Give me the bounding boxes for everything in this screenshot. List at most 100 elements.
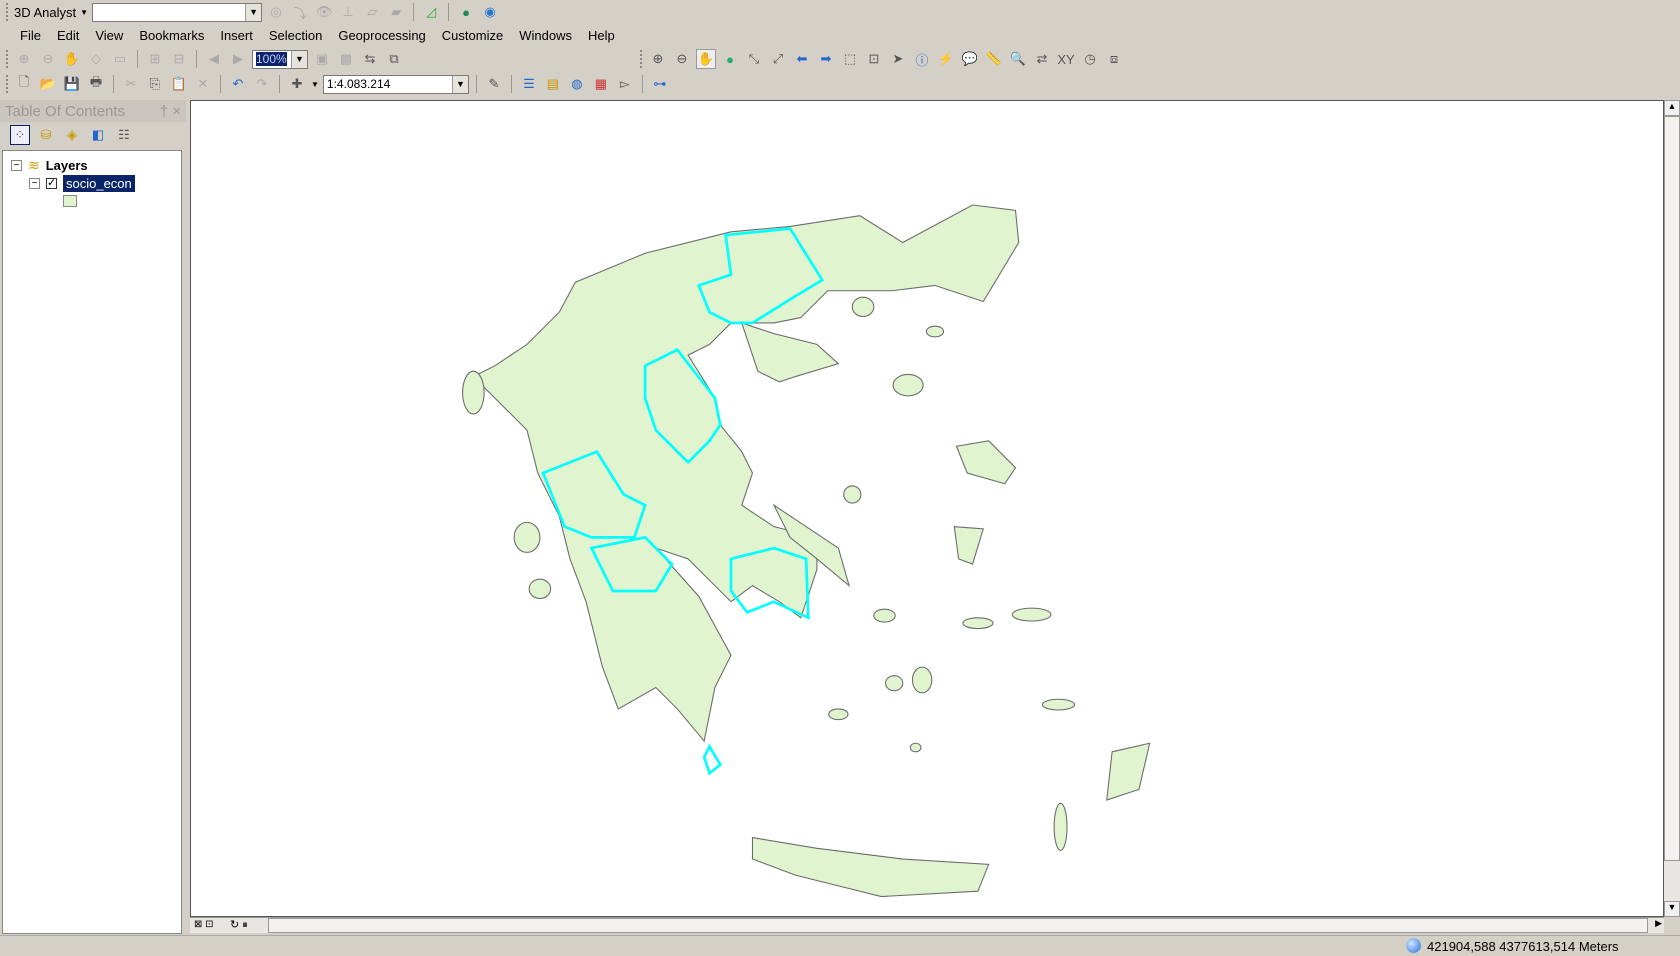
full-extent-icon[interactable]: ● [720,49,740,69]
editor-toolbar-icon[interactable]: ✎ [484,74,504,94]
copy-icon[interactable]: ⎘ [145,74,165,94]
identify-icon[interactable]: ⓘ [912,49,932,69]
measure-icon[interactable]: 📏 [984,49,1004,69]
zoom-100-icon[interactable]: ▭ [110,49,130,69]
arcglobe-icon[interactable]: ◉ [480,2,500,22]
focus-data-frame-icon[interactable]: ▩ [336,49,356,69]
menu-insert[interactable]: Insert [212,28,261,43]
milos [828,708,849,721]
new-icon[interactable]: 🗋 [14,74,34,94]
contour-icon[interactable]: ◎ [266,2,286,22]
select-features-icon[interactable]: ⬚ [840,49,860,69]
arcscene-icon[interactable]: ● [456,2,476,22]
line-of-sight-icon[interactable]: 👁 [314,2,334,22]
change-layout-icon[interactable]: ⇆ [360,49,380,69]
fixed-zoom-in-map-icon[interactable]: ⤡ [744,49,764,69]
collapse-toggle[interactable]: − [11,160,22,171]
vertical-scrollbar[interactable]: ▲ ▼ [1664,100,1680,917]
zoom-out-icon[interactable]: ⊖ [672,49,692,69]
map-view[interactable] [190,100,1664,917]
layout-zoom-out-icon[interactable]: ⊖ [38,49,58,69]
delete-icon[interactable]: ✕ [193,74,213,94]
catalog-window-icon[interactable]: ▤ [543,74,563,94]
open-icon[interactable]: 📂 [38,74,58,94]
3d-analyst-menu[interactable]: 3D Analyst [14,5,76,20]
interpolate-polygon-icon[interactable]: ▰ [386,2,406,22]
steepest-path-icon[interactable]: ⤵ [290,2,310,22]
pin-icon[interactable]: † [160,103,168,120]
layer-item-socio-econ[interactable]: − ✓ socio_econ [29,175,135,192]
layout-pan-icon[interactable]: ✋ [62,49,82,69]
go-forward-icon[interactable]: ➡ [816,49,836,69]
layout-view-icon[interactable]: ⊠ ⊡ [194,919,214,930]
cut-icon[interactable]: ✂ [121,74,141,94]
pan-icon[interactable]: ✋ [696,49,716,69]
go-to-xy-icon[interactable]: XY [1056,49,1076,69]
layout-toolbar: ⊕ ⊖ ✋ ◇ ▭ ⊞ ⊟ ◀ ▶ 100% ▼ ▣ ▩ ⇆ ⧉ [0,47,404,71]
list-by-visibility-icon[interactable]: ◈ [62,125,82,145]
find-route-icon[interactable]: ⇄ [1032,49,1052,69]
menu-geoprocessing[interactable]: Geoprocessing [330,28,433,43]
hyperlink-icon[interactable]: ⚡ [936,49,956,69]
toolbar-grip[interactable] [6,3,10,21]
menu-windows[interactable]: Windows [511,28,580,43]
scroll-right-icon[interactable]: ▶ [1655,918,1662,929]
interpolate-line-icon[interactable]: ▱ [362,2,382,22]
select-elements-icon[interactable]: ➤ [888,49,908,69]
save-icon[interactable]: 💾 [62,74,82,94]
collapse-toggle[interactable]: − [29,178,40,189]
find-icon[interactable]: 🔍 [1008,49,1028,69]
menu-bar: File Edit View Bookmarks Insert Selectio… [0,24,623,46]
profile-graph-icon[interactable]: ◿ [421,2,441,22]
zoom-in-icon[interactable]: ⊕ [648,49,668,69]
back-extent-icon[interactable]: ◀ [204,49,224,69]
status-bar: 421904,588 4377613,514 Meters [0,935,1680,956]
options-icon[interactable]: ☷ [114,125,134,145]
toc-window-icon[interactable]: ☰ [519,74,539,94]
table-of-contents: Table Of Contents † × ⁘ ⛁ ◈ ◧ ☷ − ≋ Laye… [0,100,186,934]
clear-selection-icon[interactable]: ⊡ [864,49,884,69]
menu-customize[interactable]: Customize [434,28,511,43]
modelbuilder-icon[interactable]: ⊶ [650,74,670,94]
undo-icon[interactable]: ↶ [228,74,248,94]
3d-layer-combo[interactable]: ▼ [92,2,263,22]
list-by-selection-icon[interactable]: ◧ [88,125,108,145]
menu-help[interactable]: Help [580,28,623,43]
html-popup-icon[interactable]: 💬 [960,49,980,69]
toggle-draft-icon[interactable]: ▣ [312,49,332,69]
fixed-zoom-out-map-icon[interactable]: ⤢ [768,49,788,69]
python-window-icon[interactable]: ▻ [615,74,635,94]
data-driven-pages-icon[interactable]: ⧉ [384,49,404,69]
forward-extent-icon[interactable]: ▶ [228,49,248,69]
viewer-window-icon[interactable]: ⧈ [1104,49,1124,69]
menu-view[interactable]: View [87,28,131,43]
refresh-icon[interactable]: ↻ ⏸ [230,918,248,932]
close-icon[interactable]: × [172,103,181,120]
paste-icon[interactable]: 📋 [169,74,189,94]
list-by-drawing-order-icon[interactable]: ⁘ [10,125,30,145]
map-scale-combo[interactable]: 1:4.083.214 ▼ [322,74,469,94]
menu-file[interactable]: File [12,28,49,43]
interpolate-point-icon[interactable]: ⊥ [338,2,358,22]
menu-edit[interactable]: Edit [49,28,87,43]
fixed-zoom-in-icon[interactable]: ⊞ [145,49,165,69]
go-back-icon[interactable]: ⬅ [792,49,812,69]
list-by-source-icon[interactable]: ⛁ [36,125,56,145]
layers-node[interactable]: − ≋ Layers [11,157,88,174]
menu-bookmarks[interactable]: Bookmarks [131,28,212,43]
print-icon[interactable]: 🖶 [86,74,106,94]
scroll-thumb[interactable] [1664,116,1680,861]
layout-zoom-combo[interactable]: 100% ▼ [252,49,308,69]
map-canvas[interactable] [191,101,1665,918]
layer-visibility-checkbox[interactable]: ✓ [46,178,57,189]
horizontal-scrollbar[interactable] [268,918,1648,933]
arctoolbox-icon[interactable]: ▦ [591,74,611,94]
layout-zoom-in-icon[interactable]: ⊕ [14,49,34,69]
search-window-icon[interactable]: ◍ [567,74,587,94]
fixed-zoom-out-icon[interactable]: ⊟ [169,49,189,69]
menu-selection[interactable]: Selection [261,28,330,43]
zoom-whole-page-icon[interactable]: ◇ [86,49,106,69]
add-data-icon[interactable]: ✚ [287,74,307,94]
time-slider-icon[interactable]: ◷ [1080,49,1100,69]
redo-icon[interactable]: ↷ [252,74,272,94]
